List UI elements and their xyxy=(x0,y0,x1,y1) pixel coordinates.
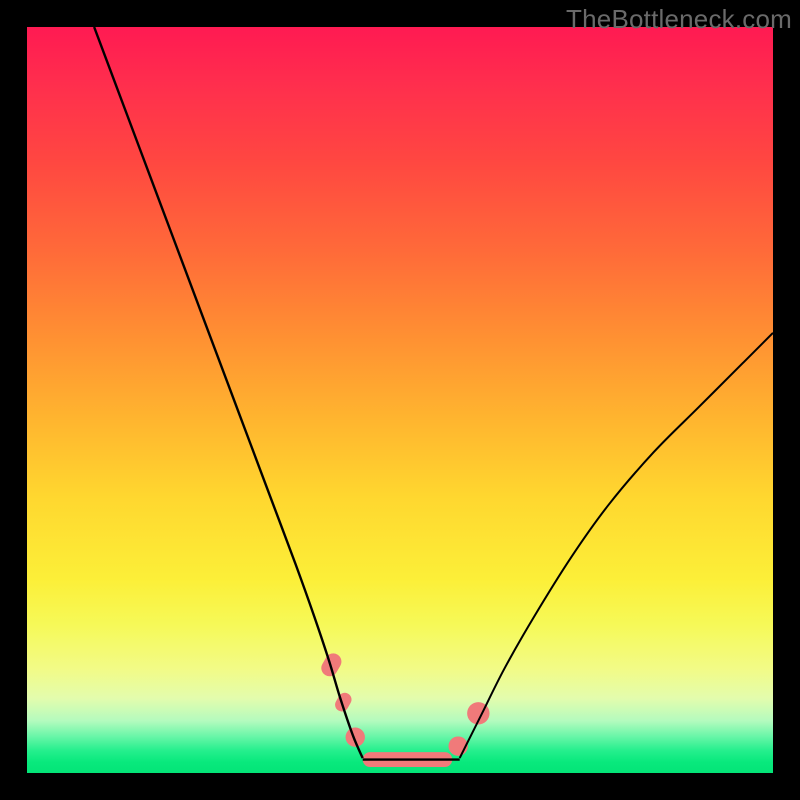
watermark-text: TheBottleneck.com xyxy=(566,4,792,35)
chart-frame: TheBottleneck.com xyxy=(0,0,800,800)
background-gradient xyxy=(27,27,773,773)
plot-area xyxy=(27,27,773,773)
